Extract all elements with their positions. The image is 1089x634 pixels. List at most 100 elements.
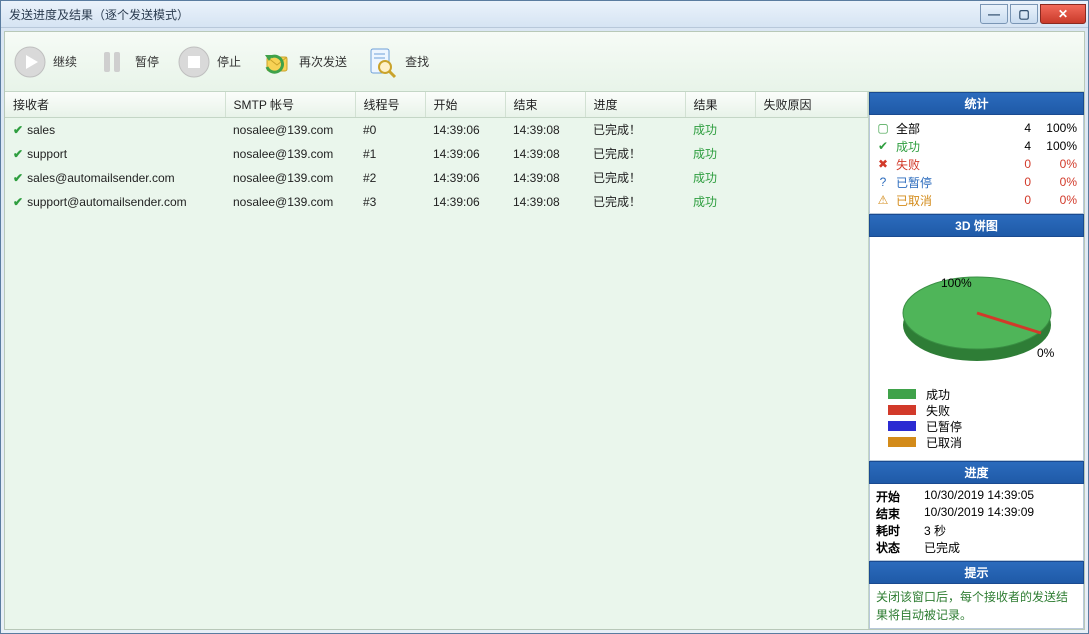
pie-legend: 成功 失败 已暂停 已取消 [876,382,1077,456]
cell-progress: 已完成！ [585,118,685,142]
continue-button[interactable]: 继续 [13,45,77,79]
legend-success: 成功 [888,386,1077,402]
check-icon: ✔ [13,147,23,161]
legend-paused: 已暂停 [888,418,1077,434]
pie-main-label: 100% [941,276,972,290]
stat-success: ✔ 成功 4 100% [876,137,1077,155]
find-label: 查找 [405,53,429,70]
cell-result: 成功 [685,118,755,142]
stop-button[interactable]: 停止 [177,45,241,79]
pie-header: 3D 饼图 [869,214,1084,237]
check-icon: ✔ [13,195,23,209]
stat-cancel: ⚠ 已取消 0 0% [876,191,1077,209]
cell-end: 14:39:08 [505,166,585,190]
stat-paused: ? 已暂停 0 0% [876,173,1077,191]
check-icon: ✔ [13,171,23,185]
window-title: 发送进度及结果（逐个发送模式） [9,6,189,23]
continue-label: 继续 [53,53,77,70]
legend-fail: 失败 [888,402,1077,418]
cell-thread: #2 [355,166,425,190]
find-button[interactable]: 查找 [365,45,429,79]
col-result[interactable]: 结果 [685,92,755,118]
side-panel: 统计 ▢ 全部 4 100% ✔ 成功 4 100% ✖ [869,92,1084,629]
table-row[interactable]: ✔support nosalee@139.com#114:39:0614:39:… [5,142,868,166]
pause-icon [95,45,129,79]
resend-label: 再次发送 [299,53,347,70]
client-area: 继续 暂停 停止 再次发送 [4,31,1085,630]
stop-label: 停止 [217,53,241,70]
cell-start: 14:39:06 [425,190,505,214]
cell-fail [755,142,868,166]
cell-fail [755,190,868,214]
stat-all: ▢ 全部 4 100% [876,119,1077,137]
cell-end: 14:39:08 [505,118,585,142]
swatch-fail [888,405,916,415]
cell-thread: #0 [355,118,425,142]
stats-body: ▢ 全部 4 100% ✔ 成功 4 100% ✖ 失败 0 [869,115,1084,214]
table-body: ✔sales nosalee@139.com#014:39:0614:39:08… [5,118,868,214]
table-row[interactable]: ✔sales@automailsender.comnosalee@139.com… [5,166,868,190]
resend-button[interactable]: 再次发送 [259,45,347,79]
tip-header: 提示 [869,561,1084,584]
table-header-row: 接收者 SMTP 帐号 线程号 开始 结束 进度 结果 失败原因 [5,92,868,118]
cell-result: 成功 [685,166,755,190]
cell-thread: #1 [355,142,425,166]
play-icon [13,45,47,79]
cell-end: 14:39:08 [505,142,585,166]
maximize-icon: ▢ [1018,7,1029,21]
col-recipient[interactable]: 接收者 [5,92,225,118]
pie-body: 100% 0% 成功 失败 已暂停 已取消 [869,237,1084,461]
resend-icon [259,45,293,79]
maximize-button[interactable]: ▢ [1010,4,1038,24]
stats-header: 统计 [869,92,1084,115]
doc-icon: ▢ [876,121,890,135]
swatch-success [888,389,916,399]
find-icon [365,45,399,79]
col-smtp[interactable]: SMTP 帐号 [225,92,355,118]
table-row[interactable]: ✔support@automailsender.comnosalee@139.c… [5,190,868,214]
cell-progress: 已完成！ [585,190,685,214]
results-table: 接收者 SMTP 帐号 线程号 开始 结束 进度 结果 失败原因 ✔sales … [5,92,868,214]
pause-button[interactable]: 暂停 [95,45,159,79]
pause-label: 暂停 [135,53,159,70]
col-fail[interactable]: 失败原因 [755,92,868,118]
minimize-button[interactable]: — [980,4,1008,24]
cell-recipient: ✔sales@automailsender.com [5,166,225,190]
table-row[interactable]: ✔sales nosalee@139.com#014:39:0614:39:08… [5,118,868,142]
cell-result: 成功 [685,142,755,166]
cell-fail [755,118,868,142]
warning-icon: ⚠ [876,193,890,207]
cell-start: 14:39:06 [425,166,505,190]
col-end[interactable]: 结束 [505,92,585,118]
cell-progress: 已完成！ [585,142,685,166]
legend-cancel: 已取消 [888,434,1077,450]
progress-header: 进度 [869,461,1084,484]
col-start[interactable]: 开始 [425,92,505,118]
title-bar: 发送进度及结果（逐个发送模式） — ▢ ✕ [1,1,1088,28]
cell-result: 成功 [685,190,755,214]
cell-recipient: ✔sales [5,118,225,142]
swatch-cancel [888,437,916,447]
window-buttons: — ▢ ✕ [978,4,1086,24]
pie-zero-label: 0% [1037,346,1055,360]
body: 接收者 SMTP 帐号 线程号 开始 结束 进度 结果 失败原因 ✔sales … [5,92,1084,629]
cell-thread: #3 [355,190,425,214]
results-table-wrap: 接收者 SMTP 帐号 线程号 开始 结束 进度 结果 失败原因 ✔sales … [5,92,869,629]
window: 发送进度及结果（逐个发送模式） — ▢ ✕ 继续 暂停 [0,0,1089,634]
close-button[interactable]: ✕ [1040,4,1086,24]
cell-start: 14:39:06 [425,118,505,142]
cross-icon: ✖ [876,157,890,171]
cell-recipient: ✔support@automailsender.com [5,190,225,214]
cell-progress: 已完成！ [585,166,685,190]
cell-start: 14:39:06 [425,142,505,166]
cell-end: 14:39:08 [505,190,585,214]
col-thread[interactable]: 线程号 [355,92,425,118]
stat-fail: ✖ 失败 0 0% [876,155,1077,173]
pie-chart: 100% 0% [876,241,1077,382]
col-progress[interactable]: 进度 [585,92,685,118]
toolbar: 继续 暂停 停止 再次发送 [5,32,1084,92]
tip-body: 关闭该窗口后，每个接收者的发送结果将自动被记录。 [869,584,1084,629]
cell-smtp: nosalee@139.com [225,166,355,190]
check-icon: ✔ [876,139,890,153]
progress-body: 开始10/30/2019 14:39:05 结束10/30/2019 14:39… [869,484,1084,561]
